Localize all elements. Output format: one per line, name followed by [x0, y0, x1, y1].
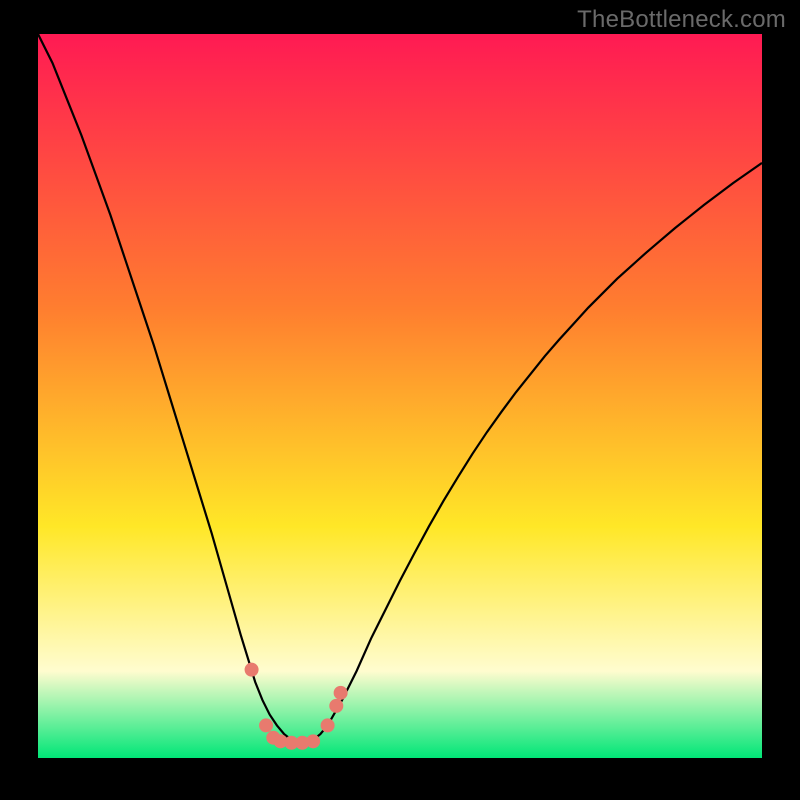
marker-point	[321, 718, 335, 732]
watermark-text: TheBottleneck.com	[577, 6, 786, 34]
chart-frame: TheBottleneck.com	[0, 0, 800, 800]
marker-point	[334, 686, 348, 700]
bottleneck-chart	[38, 34, 762, 758]
marker-point	[259, 718, 273, 732]
marker-point	[306, 734, 320, 748]
plot-area	[38, 34, 762, 758]
gradient-background	[38, 34, 762, 758]
marker-point	[329, 699, 343, 713]
marker-point	[245, 663, 259, 677]
